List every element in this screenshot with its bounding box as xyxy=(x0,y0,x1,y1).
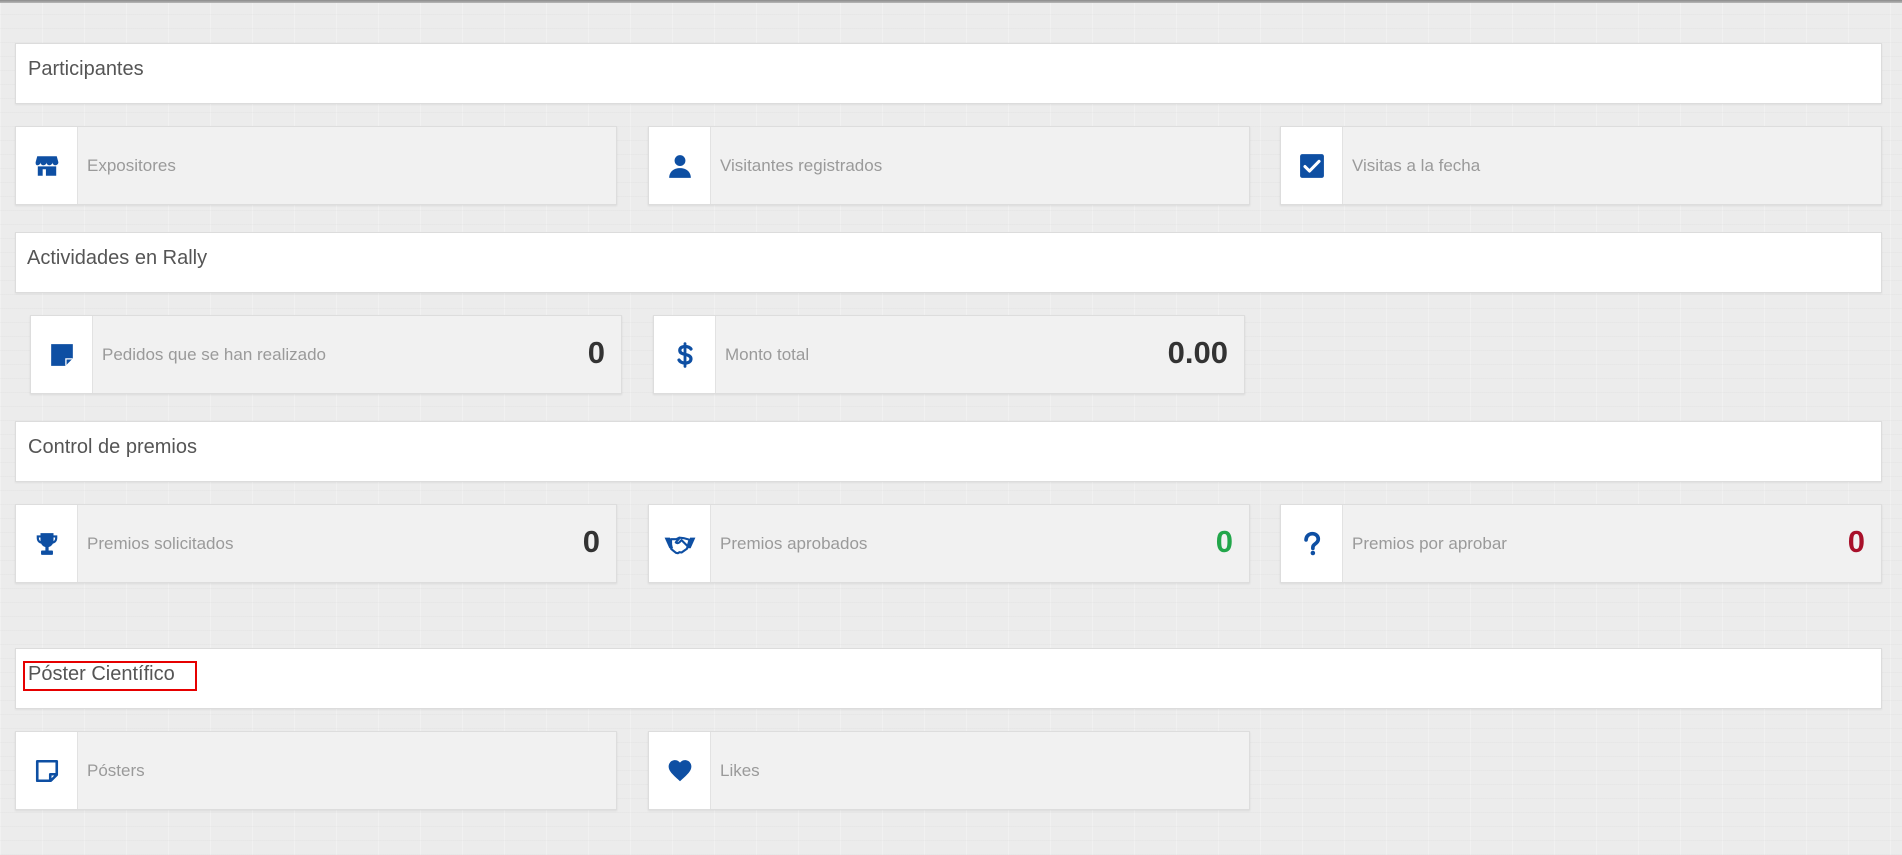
dollar-icon xyxy=(654,316,716,393)
section-title-participantes: Participantes xyxy=(28,58,144,80)
store-icon xyxy=(16,127,78,204)
section-title-rally: Actividades en Rally xyxy=(27,247,208,269)
section-title-poster: Póster Científico xyxy=(28,663,175,685)
heart-icon xyxy=(649,732,711,809)
card-value-monto: 0.00 xyxy=(1167,335,1228,370)
card-premios-por-aprobar[interactable]: Premios por aprobar 0 xyxy=(1280,504,1882,583)
card-monto[interactable]: Monto total 0.00 xyxy=(653,315,1245,394)
section-premios: Control de premios xyxy=(15,421,1882,482)
card-label: Visitantes registrados xyxy=(720,156,883,175)
card-label: Premios por aprobar xyxy=(1352,534,1507,553)
card-label: Premios solicitados xyxy=(87,534,234,553)
top-border xyxy=(0,0,1902,3)
card-value-por-aprobar: 0 xyxy=(1847,524,1865,559)
card-label: Likes xyxy=(720,761,760,780)
section-rally: Actividades en Rally xyxy=(15,232,1882,293)
handshake-icon xyxy=(649,505,711,582)
card-label: Visitas a la fecha xyxy=(1352,156,1481,175)
card-premios-solicitados[interactable]: Premios solicitados 0 xyxy=(15,504,617,583)
section-participantes: Participantes xyxy=(15,43,1882,104)
card-value-pedidos: 0 xyxy=(587,335,605,370)
card-label: Pedidos que se han realizado xyxy=(102,345,326,364)
card-posters[interactable]: Pósters xyxy=(15,731,617,810)
question-icon xyxy=(1281,505,1343,582)
card-expositores[interactable]: Expositores xyxy=(15,126,617,205)
card-label: Pósters xyxy=(87,761,145,780)
card-visitantes[interactable]: Visitantes registrados xyxy=(648,126,1250,205)
card-label: Monto total xyxy=(725,345,810,364)
card-pedidos[interactable]: Pedidos que se han realizado 0 xyxy=(30,315,622,394)
card-visitas[interactable]: Visitas a la fecha xyxy=(1280,126,1882,205)
checkbox-icon xyxy=(1281,127,1343,204)
card-premios-aprobados[interactable]: Premios aprobados 0 xyxy=(648,504,1250,583)
card-label: Expositores xyxy=(87,156,176,175)
card-value-aprobados: 0 xyxy=(1215,524,1233,559)
trophy-icon xyxy=(16,505,78,582)
sticky-note-icon xyxy=(16,732,78,809)
card-label: Premios aprobados xyxy=(720,534,868,553)
user-icon xyxy=(649,127,711,204)
section-poster: Póster Científico xyxy=(15,648,1882,709)
card-likes[interactable]: Likes xyxy=(648,731,1250,810)
card-value-solicitados: 0 xyxy=(582,524,600,559)
section-title-premios: Control de premios xyxy=(28,436,197,458)
note-icon xyxy=(31,316,93,393)
